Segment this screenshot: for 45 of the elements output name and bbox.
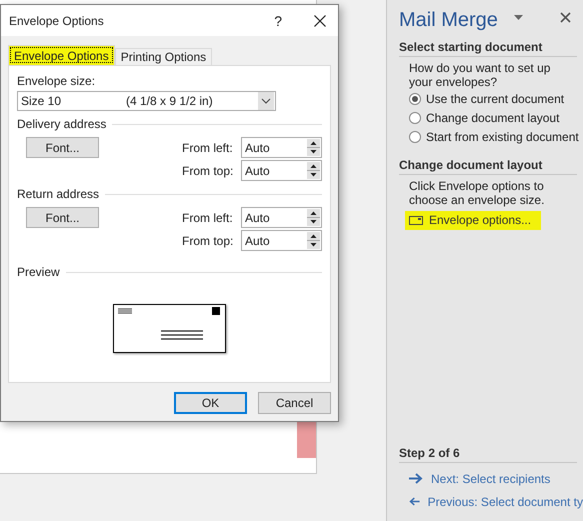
dialog-title: Envelope Options [9, 14, 105, 28]
envelope-size-dropdown[interactable]: Size 10 (4 1/8 x 9 1/2 in) [17, 91, 276, 111]
dropdown-icon[interactable] [514, 14, 523, 20]
envelope-options-link[interactable]: Envelope options... [405, 211, 542, 230]
group-title: Preview [17, 265, 60, 279]
close-icon[interactable] [314, 14, 326, 26]
field-label: From left: [182, 140, 234, 154]
close-icon[interactable] [560, 12, 571, 22]
group-title: Delivery address [17, 117, 106, 131]
tab[interactable]: Printing Options [114, 48, 212, 65]
field-label: From left: [182, 210, 234, 224]
section-heading: Select starting document [399, 40, 577, 57]
spinner-arrows-icon[interactable] [307, 209, 320, 226]
spin-field[interactable]: Auto [241, 207, 322, 228]
section-text: Click Envelope options to choose an envelope size. [408, 178, 546, 207]
ok-button[interactable]: OK [174, 392, 247, 414]
spin-field[interactable]: Auto [241, 160, 322, 181]
pane-title: Mail Merge [399, 8, 498, 32]
section-heading: Change document layout [399, 158, 577, 175]
radio-option[interactable]: Change document layout [399, 108, 583, 127]
group-title: Return address [17, 187, 100, 201]
spinner-arrows-icon[interactable] [307, 139, 320, 156]
tab[interactable]: Envelope Options [8, 45, 115, 65]
cancel-button[interactable]: Cancel [258, 392, 331, 414]
font-button[interactable]: Font... [26, 137, 99, 158]
font-button[interactable]: Font... [26, 207, 99, 228]
envelope-icon [409, 216, 423, 224]
step-heading: Step 2 of 6 [399, 446, 577, 463]
help-button[interactable]: ? [274, 12, 282, 28]
spinner-arrows-icon[interactable] [307, 162, 320, 179]
spin-field[interactable]: Auto [241, 230, 322, 251]
radio-option[interactable]: Use the current document [399, 89, 583, 108]
right-arrow-icon [409, 473, 423, 484]
field-label: Envelope size: [17, 74, 96, 88]
spinner-arrows-icon[interactable] [307, 232, 320, 249]
field-label: From top: [182, 234, 234, 248]
section-text: How do you want to set up your envelopes? [408, 60, 552, 89]
field-label: From top: [182, 164, 234, 178]
chevron-down-icon [258, 92, 274, 110]
nav-link[interactable]: Previous: Select document ty [399, 490, 583, 513]
nav-link[interactable]: Next: Select recipients [399, 467, 583, 490]
spin-field[interactable]: Auto [241, 137, 322, 158]
radio-option[interactable]: Start from existing document [399, 127, 583, 146]
left-arrow-icon [409, 496, 420, 507]
document-shape [297, 422, 316, 458]
